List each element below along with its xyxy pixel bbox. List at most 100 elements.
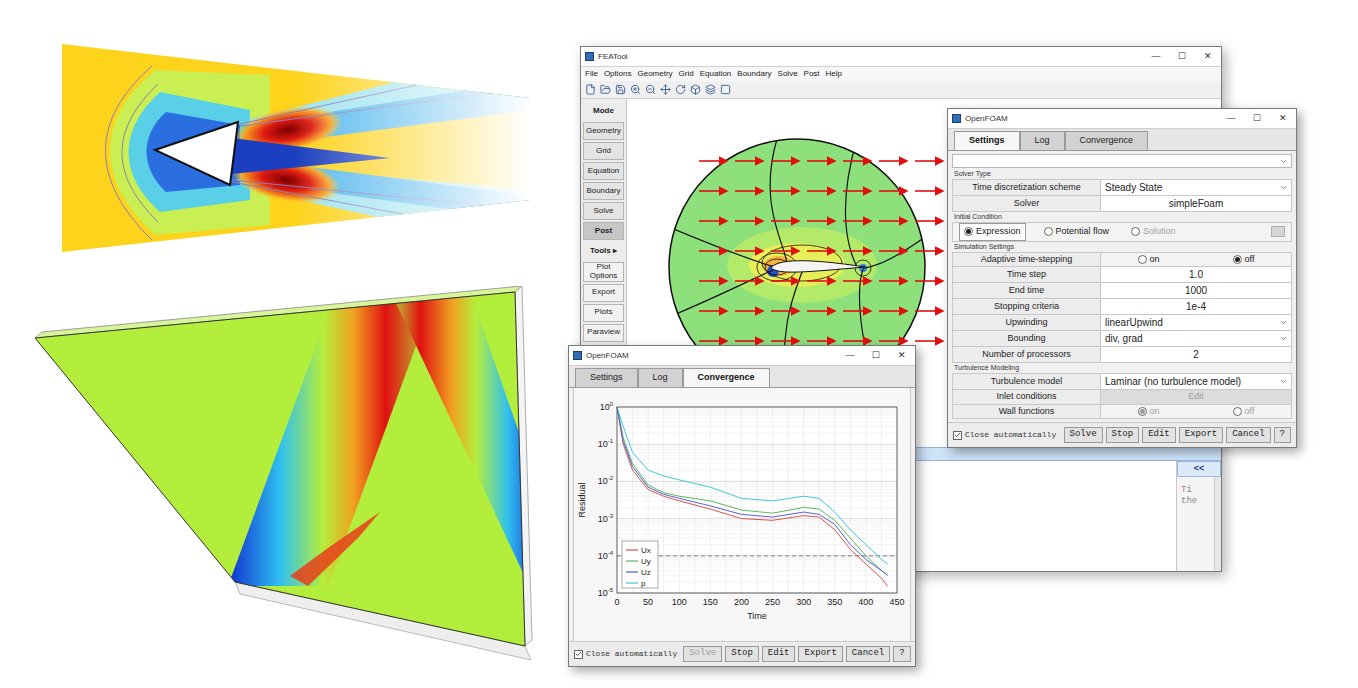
setting-row: Time step1.0 [953, 267, 1291, 283]
close-automatically-checkbox[interactable]: Close automatically [574, 648, 677, 660]
sidebar-item[interactable]: Solve [583, 202, 624, 220]
text-field[interactable]: 1.0 [1101, 267, 1291, 282]
openfoam-settings-window[interactable]: OpenFOAM—☐✕SettingsLogConvergenceSolver … [947, 108, 1297, 448]
window-control[interactable]: — [837, 346, 863, 366]
physics-select[interactable] [952, 154, 1292, 168]
tab[interactable]: Settings [954, 131, 1020, 150]
select-field[interactable]: Steady State [1101, 180, 1291, 195]
toolbar-icon[interactable] [675, 84, 686, 95]
tab[interactable]: Log [638, 368, 683, 387]
radio-option[interactable]: Potential flow [1044, 225, 1110, 239]
menu-item[interactable]: Solve [778, 68, 798, 80]
setting-label: End time [953, 283, 1101, 298]
dialog-button[interactable]: Cancel [1226, 427, 1270, 443]
edit-button[interactable]: Edit [1101, 390, 1291, 404]
sidebar-item[interactable]: Boundary [583, 182, 624, 200]
tab[interactable]: Log [1020, 131, 1065, 150]
sidebar-item[interactable]: Post [583, 222, 624, 240]
menu-item[interactable]: Equation [700, 68, 732, 80]
window-control[interactable]: ☐ [1169, 47, 1195, 67]
text-field[interactable]: 1000 [1101, 283, 1291, 298]
dialog-button[interactable]: Stop [725, 646, 759, 662]
radio-circle[interactable] [1233, 255, 1242, 264]
menu-item[interactable]: Grid [679, 68, 694, 80]
radio-option[interactable]: Expression [964, 225, 1021, 239]
dialog-button[interactable]: ? [1274, 427, 1291, 443]
menu-item[interactable]: Help [826, 68, 842, 80]
setting-label: Solver [953, 196, 1101, 211]
select-field[interactable]: linearUpwind [1101, 315, 1291, 330]
dialog-button[interactable]: Export [798, 646, 842, 662]
dialog-button[interactable]: Cancel [846, 646, 890, 662]
dialog-button[interactable]: Edit [762, 646, 796, 662]
sidebar-item[interactable]: Grid [583, 142, 624, 160]
toolbar-icon[interactable] [720, 84, 731, 95]
menu-item[interactable]: File [585, 68, 598, 80]
toolbar-icon[interactable] [690, 84, 701, 95]
title-bar[interactable]: FEATool—☐✕ [581, 47, 1221, 67]
sidebar-item[interactable]: Geometry [583, 122, 624, 140]
checkbox-box[interactable] [574, 650, 583, 659]
setting-label: Adaptive time-stepping [953, 253, 1101, 267]
text-field[interactable]: 2 [1101, 347, 1291, 362]
radio-option[interactable]: on [1138, 405, 1160, 419]
radio-circle[interactable] [1138, 407, 1147, 416]
radio-option[interactable]: off [1233, 253, 1255, 267]
sidebar-item[interactable]: Paraview [583, 324, 624, 342]
velocity-arrow [771, 310, 799, 312]
window-control[interactable]: — [1218, 109, 1244, 129]
openfoam-convergence-window[interactable]: OpenFOAM—☐✕SettingsLogConvergence10010-1… [568, 345, 916, 667]
radio-option[interactable]: Solution [1131, 225, 1176, 239]
title-bar[interactable]: OpenFOAM—☐✕ [569, 346, 915, 366]
sidebar-item[interactable]: Export [583, 284, 624, 302]
menu-item[interactable]: Geometry [637, 68, 672, 80]
tab[interactable]: Convergence [683, 368, 770, 387]
expression-edit-button[interactable] [1271, 226, 1285, 237]
close-automatically-checkbox[interactable]: Close automatically [953, 429, 1056, 441]
window-control[interactable]: ✕ [1270, 109, 1296, 129]
radio-circle[interactable] [1131, 227, 1140, 236]
dialog-button[interactable]: Solve [1064, 427, 1103, 443]
radio-circle[interactable] [1233, 407, 1242, 416]
title-bar[interactable]: OpenFOAM—☐✕ [948, 109, 1296, 129]
checkbox-box[interactable] [953, 431, 962, 440]
toolbar-icon[interactable] [645, 84, 656, 95]
dialog-button[interactable]: Edit [1142, 427, 1176, 443]
radio-option[interactable]: off [1233, 405, 1255, 419]
select-field[interactable]: div, grad [1101, 331, 1291, 346]
scrollbar[interactable] [1214, 477, 1221, 572]
menu-item[interactable]: Post [804, 68, 820, 80]
dialog-button[interactable]: Export [1179, 427, 1223, 443]
menu-item[interactable]: Options [604, 68, 632, 80]
toolbar-icon[interactable] [600, 84, 611, 95]
collapse-button[interactable]: << [1177, 461, 1221, 477]
toolbar-icon[interactable] [615, 84, 626, 95]
toolbar-icon[interactable] [660, 84, 671, 95]
window-control[interactable]: ☐ [1244, 109, 1270, 129]
toolbar-icon[interactable] [585, 84, 596, 95]
window-control[interactable]: ✕ [1195, 47, 1221, 67]
window-control[interactable]: ☐ [863, 346, 889, 366]
radio-circle[interactable] [1138, 255, 1147, 264]
menu-item[interactable]: Boundary [737, 68, 771, 80]
tab[interactable]: Convergence [1065, 131, 1149, 150]
window-control[interactable]: ✕ [889, 346, 915, 366]
dialog-button[interactable]: ? [893, 646, 910, 662]
window-control[interactable]: — [1143, 47, 1169, 67]
select-field[interactable]: Laminar (no turbulence model) [1101, 374, 1291, 389]
tab[interactable]: Settings [575, 368, 638, 387]
bottom-bar: Close automatically SolveStopEditExportCa… [569, 641, 915, 666]
velocity-arrow [771, 220, 799, 222]
text-field[interactable]: 1e-4 [1101, 299, 1291, 314]
text-field[interactable]: simpleFoam [1101, 196, 1291, 211]
sidebar-item[interactable]: Plots [583, 304, 624, 322]
radio-circle[interactable] [964, 227, 973, 236]
sidebar-item[interactable]: Equation [583, 162, 624, 180]
dialog-button[interactable]: Solve [683, 646, 722, 662]
toolbar-icon[interactable] [705, 84, 716, 95]
radio-option[interactable]: on [1138, 253, 1160, 267]
sidebar-item[interactable]: Plot Options [583, 262, 624, 282]
dialog-button[interactable]: Stop [1106, 427, 1140, 443]
radio-circle[interactable] [1044, 227, 1053, 236]
toolbar-icon[interactable] [630, 84, 641, 95]
